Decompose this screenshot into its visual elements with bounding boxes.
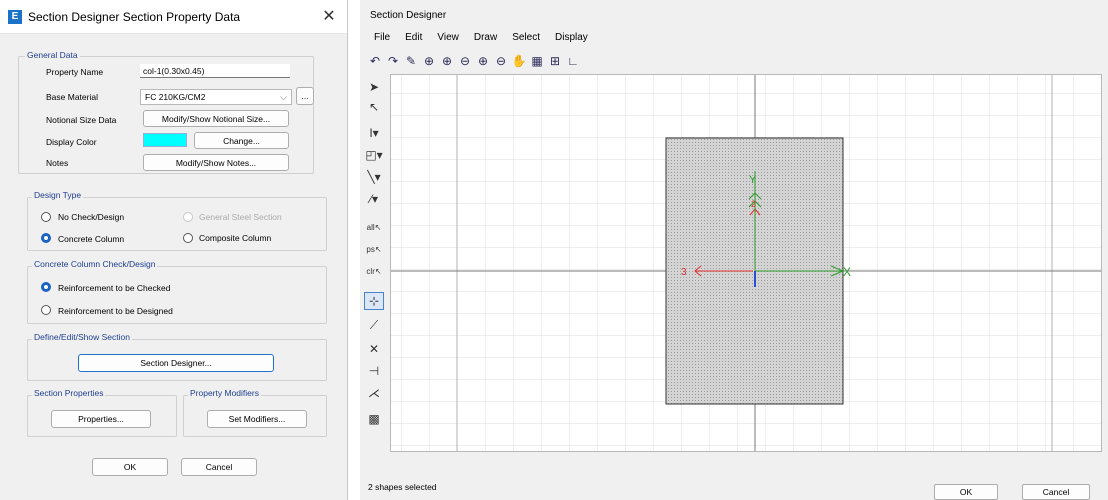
no-check-label: No Check/Design bbox=[58, 212, 125, 222]
menu-display[interactable]: Display bbox=[555, 32, 588, 43]
close-icon[interactable]: ✕ bbox=[317, 6, 341, 28]
pencil-icon[interactable]: ✎ bbox=[404, 54, 418, 68]
snap-edge-icon[interactable]: ⋌ bbox=[364, 384, 384, 402]
pan-icon[interactable]: ✋ bbox=[512, 54, 527, 68]
axis-y-label: Y bbox=[749, 174, 757, 186]
reinforcement-checked-label: Reinforcement to be Checked bbox=[58, 283, 171, 293]
zoom-previous-icon[interactable]: ⊕ bbox=[476, 54, 490, 68]
base-material-select[interactable]: FC 210KG/CM2 ⌵ bbox=[140, 89, 292, 105]
zoom-fit-icon[interactable]: ⊖ bbox=[494, 54, 508, 68]
notional-size-label: Notional Size Data bbox=[46, 115, 117, 125]
ok-button[interactable]: OK bbox=[92, 458, 168, 476]
reinforcement-checked-radio[interactable] bbox=[41, 282, 51, 292]
designer-cancel-button[interactable]: Cancel bbox=[1022, 484, 1090, 500]
modify-notes-button[interactable]: Modify/Show Notes... bbox=[143, 154, 289, 171]
drawing-canvas[interactable]: Y 2 3 X bbox=[390, 74, 1102, 452]
display-color-label: Display Color bbox=[46, 137, 97, 147]
menu-file[interactable]: File bbox=[374, 32, 390, 43]
etabs-app-icon: E bbox=[8, 9, 22, 24]
base-material-label: Base Material bbox=[46, 92, 98, 102]
zoom-out-icon[interactable]: ⊖ bbox=[458, 54, 472, 68]
zoom-in-icon[interactable]: ⊕ bbox=[440, 54, 454, 68]
base-material-more-button[interactable]: ... bbox=[296, 87, 314, 105]
designer-ok-button[interactable]: OK bbox=[934, 484, 998, 500]
reinforcement-designed-label: Reinforcement to be Designed bbox=[58, 306, 173, 316]
properties-button[interactable]: Properties... bbox=[51, 410, 151, 428]
concrete-check-title: Concrete Column Check/Design bbox=[32, 259, 158, 269]
section-designer-window: Section Designer File Edit View Draw Sel… bbox=[360, 0, 1108, 500]
angle-icon[interactable]: ∟ bbox=[566, 54, 580, 68]
reshape-icon[interactable]: ↖ bbox=[364, 98, 384, 116]
snap-to-point-icon[interactable]: ⊹ bbox=[364, 292, 384, 310]
shape-icon[interactable]: ◰▾ bbox=[364, 146, 384, 164]
fill-pattern-icon[interactable]: ▩ bbox=[364, 410, 384, 428]
snap-to-line-icon[interactable]: ⟋ bbox=[364, 316, 384, 334]
grid-table-icon[interactable]: ▦ bbox=[530, 54, 544, 68]
menu-view[interactable]: View bbox=[437, 32, 459, 43]
property-name-label: Property Name bbox=[46, 67, 104, 77]
line-icon[interactable]: ╲▾ bbox=[364, 168, 384, 186]
dialog-title-bar: E Section Designer Section Property Data bbox=[0, 0, 347, 34]
redo-icon[interactable]: ↷ bbox=[386, 54, 400, 68]
dialog-title: Section Designer Section Property Data bbox=[28, 9, 241, 24]
define-section-title: Define/Edit/Show Section bbox=[32, 332, 132, 342]
property-name-input[interactable] bbox=[140, 64, 290, 78]
no-check-radio[interactable] bbox=[41, 212, 51, 222]
status-text: 2 shapes selected bbox=[368, 482, 437, 492]
composite-column-radio[interactable] bbox=[183, 233, 193, 243]
notes-label: Notes bbox=[46, 158, 69, 168]
section-property-dialog: E Section Designer Section Property Data… bbox=[0, 0, 348, 500]
canvas-drawing: Y 2 3 X bbox=[391, 75, 1101, 451]
select-previous-icon[interactable]: ps↖ bbox=[364, 240, 384, 258]
designer-title: Section Designer bbox=[370, 10, 447, 21]
undo-icon[interactable]: ↶ bbox=[368, 54, 382, 68]
property-modifiers-title: Property Modifiers bbox=[188, 388, 261, 398]
menu-select[interactable]: Select bbox=[512, 32, 540, 43]
chevron-down-icon: ⌵ bbox=[280, 92, 287, 102]
select-all-icon[interactable]: all↖ bbox=[364, 218, 384, 236]
axis-2-label: 2 bbox=[751, 199, 756, 209]
axis-3-label: 3 bbox=[681, 267, 687, 278]
base-material-value: FC 210KG/CM2 bbox=[145, 92, 206, 102]
design-type-title: Design Type bbox=[32, 190, 84, 200]
general-steel-label: General Steel Section bbox=[199, 212, 282, 222]
zoom-window-icon[interactable]: ⊕ bbox=[422, 54, 436, 68]
clear-selection-icon[interactable]: clr↖ bbox=[364, 262, 384, 280]
general-data-title: General Data bbox=[25, 50, 80, 60]
modify-notional-size-button[interactable]: Modify/Show Notional Size... bbox=[143, 110, 289, 127]
snap-perpendicular-icon[interactable]: ⊣ bbox=[364, 362, 384, 380]
snap-intersection-icon[interactable]: ✕ bbox=[364, 340, 384, 358]
menu-bar: File Edit View Draw Select Display bbox=[374, 32, 588, 43]
composite-column-label: Composite Column bbox=[199, 233, 272, 243]
concrete-column-radio[interactable] bbox=[41, 233, 51, 243]
pointer-icon[interactable]: ➤ bbox=[364, 78, 384, 96]
concrete-column-label: Concrete Column bbox=[58, 234, 125, 244]
top-toolbar: ↶ ↷ ✎ ⊕ ⊕ ⊖ ⊕ ⊖ ✋ ▦ ⊞ ∟ bbox=[368, 51, 580, 71]
menu-draw[interactable]: Draw bbox=[474, 32, 497, 43]
set-modifiers-button[interactable]: Set Modifiers... bbox=[207, 410, 307, 428]
section-designer-button[interactable]: Section Designer... bbox=[78, 354, 274, 372]
change-color-button[interactable]: Change... bbox=[194, 132, 289, 149]
snap-icon[interactable]: ⊞ bbox=[548, 54, 562, 68]
i-section-icon[interactable]: I▾ bbox=[364, 124, 384, 142]
rebar-icon[interactable]: ⁄▾ bbox=[364, 190, 384, 208]
general-steel-radio[interactable] bbox=[183, 212, 193, 222]
display-color-swatch bbox=[143, 133, 187, 147]
cancel-button[interactable]: Cancel bbox=[181, 458, 257, 476]
menu-edit[interactable]: Edit bbox=[405, 32, 422, 43]
reinforcement-designed-radio[interactable] bbox=[41, 305, 51, 315]
axis-x-label: X bbox=[843, 265, 851, 279]
section-properties-title: Section Properties bbox=[32, 388, 106, 398]
